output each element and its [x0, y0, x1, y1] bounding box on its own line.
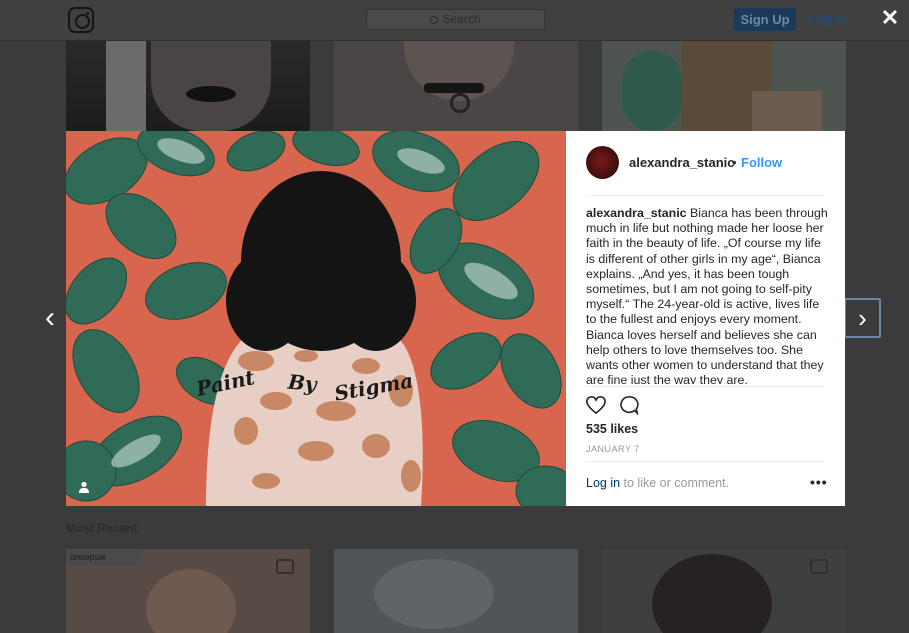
grid-thumbnail[interactable]	[602, 549, 846, 633]
like-count[interactable]: 535 likes	[586, 422, 638, 436]
divider	[586, 386, 825, 387]
separator-dot: •	[732, 155, 737, 170]
repost-tag: drewpsie	[66, 549, 141, 565]
caption-text: Bianca has been through much in life but…	[586, 206, 828, 384]
instagram-logo-icon[interactable]	[68, 7, 94, 33]
most-recent-heading: Most Recent	[66, 521, 138, 535]
follow-button[interactable]: Follow	[741, 155, 782, 170]
heart-icon[interactable]	[585, 395, 607, 415]
log-in-link[interactable]: Log In	[808, 11, 847, 26]
avatar[interactable]	[586, 146, 619, 179]
post-caption: alexandra_stanic Bianca has been through…	[586, 206, 830, 384]
top-bar: Search Sign Up Log In	[0, 0, 909, 41]
previous-arrow-icon[interactable]: ‹	[36, 298, 64, 338]
close-icon[interactable]: ✕	[878, 6, 902, 30]
search-placeholder: Search	[442, 12, 481, 26]
grid-thumbnail[interactable]	[334, 41, 578, 131]
grid-thumbnail[interactable]	[602, 41, 846, 131]
post-modal: Paint By Stigma alexandra_stanic • Follo…	[66, 131, 845, 506]
grid-thumbnail[interactable]	[334, 549, 578, 633]
search-icon	[430, 16, 439, 24]
post-details-panel: alexandra_stanic • Follow alexandra_stan…	[566, 131, 845, 506]
divider	[586, 461, 825, 462]
login-prompt-text: to like or comment.	[620, 476, 730, 490]
caption-username[interactable]: alexandra_stanic	[586, 206, 687, 220]
user-tag-icon[interactable]	[78, 481, 90, 493]
sign-up-button[interactable]: Sign Up	[734, 8, 796, 31]
log-in-link[interactable]: Log in	[586, 476, 620, 490]
next-arrow-icon[interactable]: ›	[844, 298, 881, 338]
divider	[586, 195, 825, 196]
author-username[interactable]: alexandra_stanic	[629, 155, 735, 170]
multi-photo-icon	[276, 559, 294, 574]
grid-thumbnail[interactable]: drewpsie	[66, 549, 310, 633]
more-options-icon[interactable]: •••	[810, 474, 828, 490]
login-prompt: Log in to like or comment.	[586, 476, 729, 490]
photo-text-word: By	[286, 369, 318, 397]
grid-thumbnail[interactable]	[66, 41, 310, 131]
multi-photo-icon	[810, 559, 828, 574]
search-input[interactable]: Search	[366, 9, 545, 30]
post-photo: Paint By Stigma	[66, 131, 566, 506]
comment-icon[interactable]	[619, 395, 639, 415]
post-date: JANUARY 7	[586, 444, 640, 454]
photo-illustration	[66, 131, 566, 506]
